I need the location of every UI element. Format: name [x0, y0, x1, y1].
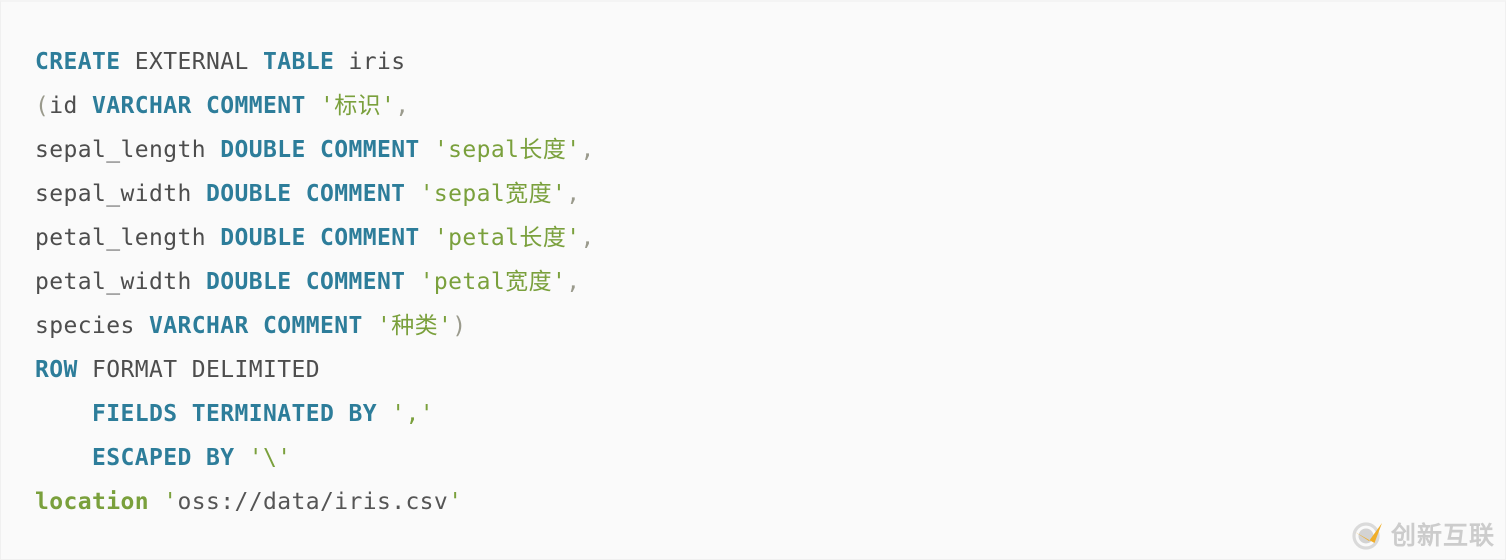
code-snippet-panel: CREATE EXTERNAL TABLE iris (id VARCHAR CO… — [0, 0, 1506, 560]
code-token: COMMENT — [305, 181, 406, 207]
code-line: petal_width DOUBLE COMMENT 'petal宽度', — [35, 260, 1505, 304]
code-token: petal_width — [35, 269, 206, 295]
code-token: DOUBLE — [205, 269, 292, 295]
code-token: 'petal宽度' — [419, 269, 567, 295]
code-line: FIELDS TERMINATED BY ',' — [35, 392, 1505, 436]
code-token: DOUBLE — [205, 181, 292, 207]
code-token: , — [580, 137, 595, 163]
code-token: , — [580, 225, 595, 251]
code-line: sepal_length DOUBLE COMMENT 'sepal长度', — [35, 128, 1505, 172]
code-token: '种类' — [376, 313, 453, 339]
code-line: sepal_width DOUBLE COMMENT 'sepal宽度', — [35, 172, 1505, 216]
code-token: id — [49, 93, 92, 119]
code-line: location 'oss://data/iris.csv' — [35, 480, 1505, 524]
code-line: ESCAPED BY '\' — [35, 436, 1505, 480]
code-token: species — [35, 313, 149, 339]
code-token: ROW — [35, 357, 78, 383]
code-token: COMMENT — [262, 313, 363, 339]
code-token: CREATE — [35, 49, 121, 75]
code-token: COMMENT — [305, 269, 406, 295]
code-token: EXTERNAL — [134, 49, 249, 75]
code-line: ROW FORMAT DELIMITED — [35, 348, 1505, 392]
code-token: petal_length — [35, 225, 221, 251]
code-token: sepal_length — [35, 137, 221, 163]
code-token: ( — [35, 93, 50, 119]
code-token: DOUBLE — [220, 225, 306, 251]
code-token: ' — [448, 489, 463, 515]
code-token: ',' — [391, 401, 434, 427]
code-line: petal_length DOUBLE COMMENT 'petal长度', — [35, 216, 1505, 260]
code-token: oss://data/iris.csv — [177, 489, 449, 515]
code-token: , — [566, 269, 581, 295]
watermark-text: 创新互联 — [1390, 521, 1495, 550]
swoosh-circle-logo-icon — [1351, 519, 1385, 553]
code-line: species VARCHAR COMMENT '种类') — [35, 304, 1505, 348]
code-line: (id VARCHAR COMMENT '标识', — [35, 84, 1505, 128]
code-token: , — [566, 181, 581, 207]
code-line: CREATE EXTERNAL TABLE iris — [35, 40, 1505, 84]
code-token: COMMENT — [319, 137, 420, 163]
code-token: DOUBLE — [220, 137, 306, 163]
code-token: TABLE — [262, 49, 335, 75]
code-token: iris — [334, 49, 406, 75]
code-token: '\' — [248, 445, 292, 471]
code-token: , — [395, 93, 410, 119]
code-token: ' — [163, 489, 178, 515]
code-token: sepal_width — [35, 181, 206, 207]
code-token: FORMAT DELIMITED — [77, 357, 320, 383]
code-token: 'sepal宽度' — [419, 181, 567, 207]
code-lines-container[interactable]: CREATE EXTERNAL TABLE iris (id VARCHAR CO… — [1, 2, 1505, 524]
code-token: VARCHAR — [92, 93, 192, 119]
code-token: location — [35, 489, 149, 515]
code-token: COMMENT — [319, 225, 420, 251]
code-token: '标识' — [319, 93, 396, 119]
code-token: ESCAPED BY — [92, 445, 235, 471]
code-token: COMMENT — [205, 93, 306, 119]
code-token: ) — [452, 313, 467, 339]
code-token: VARCHAR — [148, 313, 249, 339]
code-token: 'sepal长度' — [433, 137, 581, 163]
code-token: 'petal长度' — [433, 225, 581, 251]
code-token: FIELDS TERMINATED BY — [92, 401, 377, 427]
watermark: 创新互联 — [1351, 519, 1495, 553]
